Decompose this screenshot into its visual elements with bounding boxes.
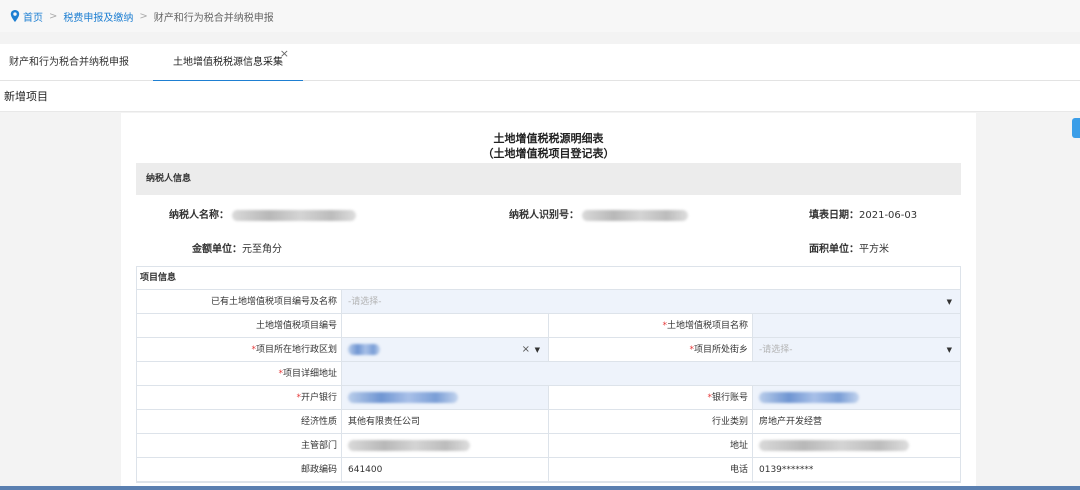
bank-field[interactable]: [342, 386, 548, 409]
table-row: 邮政编码 641400 电话 0139*******: [137, 458, 960, 482]
side-panel-handle[interactable]: [1072, 118, 1080, 138]
amount-unit-label: 金额单位：: [192, 244, 242, 255]
table-row: 经济性质 其他有限责任公司 行业类别 房地产开发经营: [137, 410, 960, 434]
breadcrumb-separator: >: [49, 10, 58, 22]
authority-value: [342, 434, 548, 457]
tab-label: 财产和行为税合并纳税申报: [9, 57, 129, 68]
form-subtitle: （土地增值税项目登记表）: [482, 147, 615, 160]
tab-bar: 财产和行为税合并纳税申报 土地增值税税源信息采集 ×: [0, 44, 1080, 82]
industry-label: 行业类别: [548, 410, 753, 433]
caret-down-icon: ▼: [946, 346, 952, 354]
existing-project-select[interactable]: -请选择- ▼: [342, 290, 960, 313]
account-label: *银行账号: [548, 386, 753, 409]
taxpayer-name: 纳税人名称：: [169, 206, 357, 221]
location-pin-icon: [10, 10, 20, 22]
form-card: 土地增值税税源明细表 （土地增值税项目登记表） 纳税人信息 纳税人名称： 纳税人…: [121, 113, 976, 490]
authority-label: 主管部门: [137, 434, 342, 457]
fill-date-value: 2021-06-03: [859, 210, 918, 221]
select-placeholder: -请选择-: [348, 297, 382, 307]
postcode-value: 641400: [348, 465, 383, 475]
redacted-taxpayer-name: [232, 209, 357, 221]
project-section-header: 项目信息: [137, 267, 960, 290]
fill-date-label: 填表日期：: [809, 210, 859, 221]
taxpayer-section-header: 纳税人信息: [136, 163, 961, 195]
amount-unit-value: 元至角分: [242, 244, 282, 255]
taxpayer-name-label: 纳税人名称：: [169, 210, 229, 221]
amount-unit: 金额单位：元至角分: [192, 240, 282, 255]
taxpayer-id: 纳税人识别号：: [509, 206, 689, 221]
redacted-taxpayer-id: [582, 209, 689, 221]
industry-value: 房地产开发经营: [759, 417, 823, 427]
close-icon[interactable]: ×: [280, 35, 289, 72]
existing-project-label: 已有土地增值税项目编号及名称: [137, 290, 342, 313]
breadcrumb-home-link[interactable]: 首页: [23, 9, 43, 24]
econ-nature-label: 经济性质: [137, 410, 342, 433]
redacted-authority: [348, 440, 470, 451]
caret-down-icon: ▼: [534, 346, 540, 354]
phone-value: 0139*******: [759, 465, 814, 475]
address-detail-field[interactable]: [342, 362, 960, 385]
tab-land-vat-source[interactable]: 土地增值税税源信息采集 ×: [153, 44, 303, 82]
redacted-account: [759, 392, 859, 403]
clear-icon[interactable]: ×: [522, 338, 530, 362]
district-select[interactable]: × ▼: [342, 338, 548, 361]
form-title: 土地增值税税源明细表: [493, 132, 604, 145]
project-info-table: 项目信息 已有土地增值税项目编号及名称 -请选择- ▼ 土地增值税项目编号 *土…: [136, 266, 961, 483]
postcode-label: 邮政编码: [137, 458, 342, 481]
redacted-district: [348, 344, 380, 355]
project-no-field[interactable]: [342, 314, 548, 337]
taxpayer-id-label: 纳税人识别号：: [509, 210, 579, 221]
econ-nature-value: 其他有限责任公司: [348, 417, 421, 427]
caret-down-icon: ▼: [946, 298, 952, 306]
phone-label: 电话: [548, 458, 753, 481]
project-name-field[interactable]: [753, 314, 960, 337]
table-row: *开户银行 *银行账号: [137, 386, 960, 410]
tab-property-behavior-tax[interactable]: 财产和行为税合并纳税申报: [9, 44, 129, 81]
project-no-label: 土地增值税项目编号: [137, 314, 342, 337]
district-label: *项目所在地行政区划: [137, 338, 342, 361]
fill-date: 填表日期：2021-06-03: [809, 206, 917, 221]
page-subtitle: 新增项目: [0, 81, 1080, 112]
area-unit: 面积单位：平方米: [809, 240, 889, 255]
table-row: 主管部门 地址: [137, 434, 960, 458]
tab-label: 土地增值税税源信息采集: [173, 57, 283, 68]
redacted-bank: [348, 392, 458, 403]
project-name-label: *土地增值税项目名称: [548, 314, 753, 337]
breadcrumb-tax-filing-link[interactable]: 税费申报及缴纳: [63, 9, 133, 24]
street-select[interactable]: -请选择- ▼: [753, 338, 960, 361]
address-label: 地址: [548, 434, 753, 457]
address-value: [753, 434, 960, 457]
table-row: 已有土地增值税项目编号及名称 -请选择- ▼: [137, 290, 960, 314]
breadcrumb-separator: >: [139, 10, 148, 22]
area-unit-label: 面积单位：: [809, 244, 859, 255]
table-row: *项目所在地行政区划 × ▼ *项目所处街乡 -请选择- ▼: [137, 338, 960, 362]
bank-label: *开户银行: [137, 386, 342, 409]
taskbar-strip: [0, 486, 1080, 490]
select-placeholder: -请选择-: [759, 345, 793, 355]
area-unit-value: 平方米: [859, 244, 889, 255]
breadcrumb: 首页 > 税费申报及缴纳 > 财产和行为税合并纳税申报: [0, 0, 1080, 32]
street-label: *项目所处街乡: [548, 338, 753, 361]
redacted-address: [759, 440, 909, 451]
account-field[interactable]: [753, 386, 960, 409]
breadcrumb-current: 财产和行为税合并纳税申报: [153, 12, 274, 24]
table-row: *项目详细地址: [137, 362, 960, 386]
table-row: 土地增值税项目编号 *土地增值税项目名称: [137, 314, 960, 338]
address-detail-label: *项目详细地址: [137, 362, 342, 385]
